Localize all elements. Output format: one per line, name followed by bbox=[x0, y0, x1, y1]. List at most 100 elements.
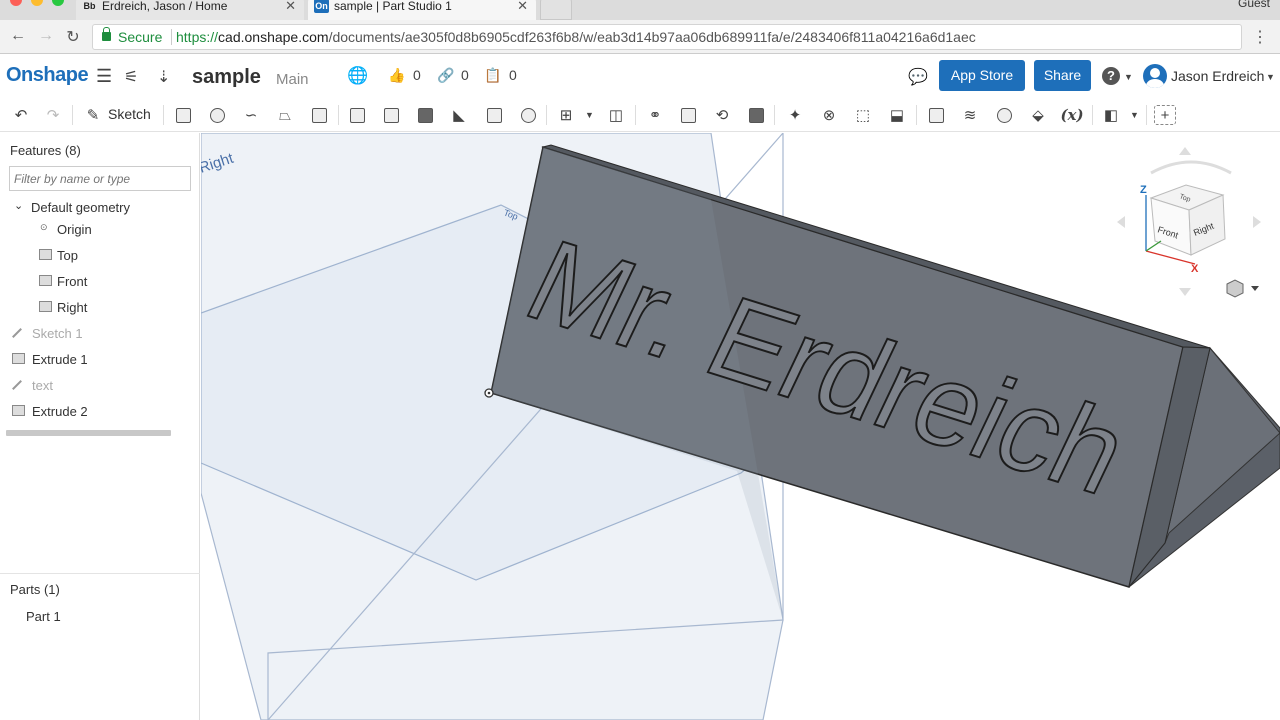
modify-fillet-icon[interactable]: ✦ bbox=[784, 105, 806, 125]
app-header: Onshape ☰ ⚟ ⇣ sample Main 🌐 👍 0 🔗 0 📋 0 … bbox=[0, 54, 1280, 98]
close-tab-icon[interactable]: ✕ bbox=[517, 0, 528, 16]
reload-icon[interactable]: ↻ bbox=[63, 27, 83, 47]
url-input[interactable]: Secure https://cad.onshape.com/documents… bbox=[92, 24, 1242, 50]
browser-tab-home[interactable]: Bb Erdreich, Jason / Home ✕ bbox=[76, 0, 304, 20]
new-tab-button[interactable] bbox=[540, 0, 572, 20]
view-cube[interactable]: Front Right Top Z X bbox=[1117, 147, 1261, 296]
mirror-icon[interactable]: ◫ bbox=[605, 105, 627, 125]
likes-icon[interactable]: 👍 bbox=[388, 67, 405, 84]
mate-connector-icon[interactable] bbox=[993, 105, 1015, 125]
rotate-down-arrow-icon[interactable] bbox=[1179, 288, 1191, 296]
insert-icon[interactable]: ⇣ bbox=[157, 67, 170, 87]
help-icon[interactable]: ? bbox=[1102, 67, 1120, 85]
part-item-1[interactable]: Part 1 bbox=[26, 609, 61, 624]
rotate-left-arrow-icon[interactable] bbox=[1117, 216, 1125, 228]
copy-icon[interactable]: 📋 bbox=[484, 67, 501, 84]
url-host: cad.onshape.com bbox=[218, 29, 329, 45]
onshape-logo[interactable]: Onshape bbox=[6, 64, 89, 87]
back-arrow-icon[interactable]: ← bbox=[8, 27, 28, 45]
thicken-icon[interactable] bbox=[308, 105, 330, 125]
chevron-down-icon[interactable]: ▼ bbox=[1124, 72, 1133, 82]
parts-title: Parts (1) bbox=[10, 582, 60, 597]
chamfer-icon[interactable] bbox=[380, 105, 402, 125]
browser-tab-part-studio[interactable]: On sample | Part Studio 1 ✕ bbox=[308, 0, 536, 20]
linear-pattern-icon[interactable]: ⊞ bbox=[555, 105, 577, 125]
add-custom-feature-icon[interactable]: + bbox=[1154, 105, 1176, 125]
link-icon[interactable]: 🔗 bbox=[437, 67, 454, 84]
close-window-icon[interactable] bbox=[10, 0, 22, 6]
feature-item-sketch-1[interactable]: Sketch 1 bbox=[32, 326, 83, 341]
app-store-button[interactable]: App Store bbox=[939, 60, 1025, 91]
plane-icon[interactable] bbox=[925, 105, 947, 125]
split-icon[interactable] bbox=[677, 105, 699, 125]
feature-tree-toggle-icon[interactable]: ⚟ bbox=[124, 67, 138, 87]
revolve-icon[interactable] bbox=[206, 105, 228, 125]
redo-icon[interactable]: ↷ bbox=[42, 105, 64, 125]
rotate-up-arrow-icon[interactable] bbox=[1179, 147, 1191, 155]
feature-item-right[interactable]: Right bbox=[57, 300, 87, 315]
cube-render-icon[interactable] bbox=[1226, 279, 1244, 298]
feature-pattern-icon[interactable]: ◧ bbox=[1100, 105, 1122, 125]
divider bbox=[1146, 105, 1147, 125]
guest-profile-label[interactable]: Guest bbox=[1238, 0, 1270, 10]
feature-panel: Features (8) ⌄ Default geometry ⊙ Origin… bbox=[0, 133, 200, 720]
feature-item-front[interactable]: Front bbox=[57, 274, 87, 289]
minimize-window-icon[interactable] bbox=[31, 0, 43, 6]
rib-icon[interactable]: ◣ bbox=[448, 105, 470, 125]
sketch-button[interactable]: Sketch bbox=[108, 106, 151, 122]
avatar[interactable] bbox=[1143, 64, 1167, 88]
sketch-pencil-icon[interactable]: ✎ bbox=[82, 105, 104, 125]
undo-icon[interactable]: ↶ bbox=[10, 105, 32, 125]
share-button[interactable]: Share bbox=[1034, 60, 1091, 91]
default-geometry-folder[interactable]: Default geometry bbox=[31, 200, 130, 215]
close-tab-icon[interactable]: ✕ bbox=[285, 0, 296, 16]
shell-icon[interactable] bbox=[483, 105, 505, 125]
delete-part-icon[interactable] bbox=[745, 105, 767, 125]
document-name[interactable]: sample bbox=[192, 66, 261, 89]
fillet-icon[interactable] bbox=[346, 105, 368, 125]
3d-scene[interactable]: Right Top Mr. Erdreich Front Right Top Z… bbox=[201, 133, 1280, 720]
x-axis-label: X bbox=[1191, 263, 1199, 275]
feature-filter-input[interactable] bbox=[9, 166, 191, 191]
hole-icon[interactable] bbox=[517, 105, 539, 125]
helix-icon[interactable]: ≋ bbox=[959, 105, 981, 125]
maximize-window-icon[interactable] bbox=[52, 0, 64, 6]
feature-item-top[interactable]: Top bbox=[57, 248, 78, 263]
forward-arrow-icon[interactable]: → bbox=[36, 27, 56, 45]
user-name[interactable]: Jason Erdreich bbox=[1171, 68, 1264, 84]
boolean-icon[interactable]: ⚭ bbox=[644, 105, 666, 125]
tab-title: sample | Part Studio 1 bbox=[334, 0, 452, 13]
chevron-down-icon[interactable]: ⌄ bbox=[14, 199, 23, 212]
feature-item-text[interactable]: text bbox=[32, 378, 53, 393]
measure-icon[interactable]: ⬙ bbox=[1027, 105, 1049, 125]
hamburger-menu-icon[interactable]: ☰ bbox=[96, 66, 112, 87]
feature-list-scrollbar[interactable] bbox=[6, 430, 171, 436]
variable-icon[interactable]: (x) bbox=[1060, 105, 1083, 125]
render-mode-dropdown[interactable] bbox=[1226, 279, 1259, 298]
chevron-down-icon[interactable]: ▼ bbox=[585, 110, 594, 120]
replace-face-icon[interactable]: ⬓ bbox=[886, 105, 908, 125]
feature-item-extrude-1[interactable]: Extrude 1 bbox=[32, 352, 88, 367]
chevron-down-icon[interactable]: ▼ bbox=[1266, 72, 1275, 82]
extrude-icon bbox=[12, 405, 25, 416]
chevron-down-icon[interactable]: ▼ bbox=[1130, 110, 1139, 120]
delete-face-icon[interactable]: ⊗ bbox=[818, 105, 840, 125]
view-cube-orbit-arrow[interactable] bbox=[1150, 160, 1232, 175]
loft-icon[interactable]: ⏢ bbox=[274, 105, 296, 125]
rotate-right-arrow-icon[interactable] bbox=[1253, 216, 1261, 228]
graphics-viewport[interactable]: Right Top Mr. Erdreich Front Right Top Z… bbox=[201, 133, 1280, 720]
chat-comment-icon[interactable]: 💬 bbox=[908, 67, 928, 87]
draft-icon[interactable] bbox=[414, 105, 436, 125]
chevron-down-icon[interactable] bbox=[1251, 286, 1259, 291]
workspace-branch[interactable]: Main bbox=[276, 71, 309, 88]
feature-item-origin[interactable]: Origin bbox=[57, 222, 92, 237]
move-face-icon[interactable]: ⬚ bbox=[852, 105, 874, 125]
browser-menu-icon[interactable]: ⋮ bbox=[1252, 27, 1268, 47]
sweep-icon[interactable]: ∽ bbox=[240, 105, 262, 125]
transform-icon[interactable]: ⟲ bbox=[711, 105, 733, 125]
globe-icon[interactable]: 🌐 bbox=[347, 66, 368, 86]
blackboard-favicon-icon: Bb bbox=[83, 1, 96, 11]
extrude-icon[interactable] bbox=[172, 105, 194, 125]
extrude-icon bbox=[12, 353, 25, 364]
feature-item-extrude-2[interactable]: Extrude 2 bbox=[32, 404, 88, 419]
